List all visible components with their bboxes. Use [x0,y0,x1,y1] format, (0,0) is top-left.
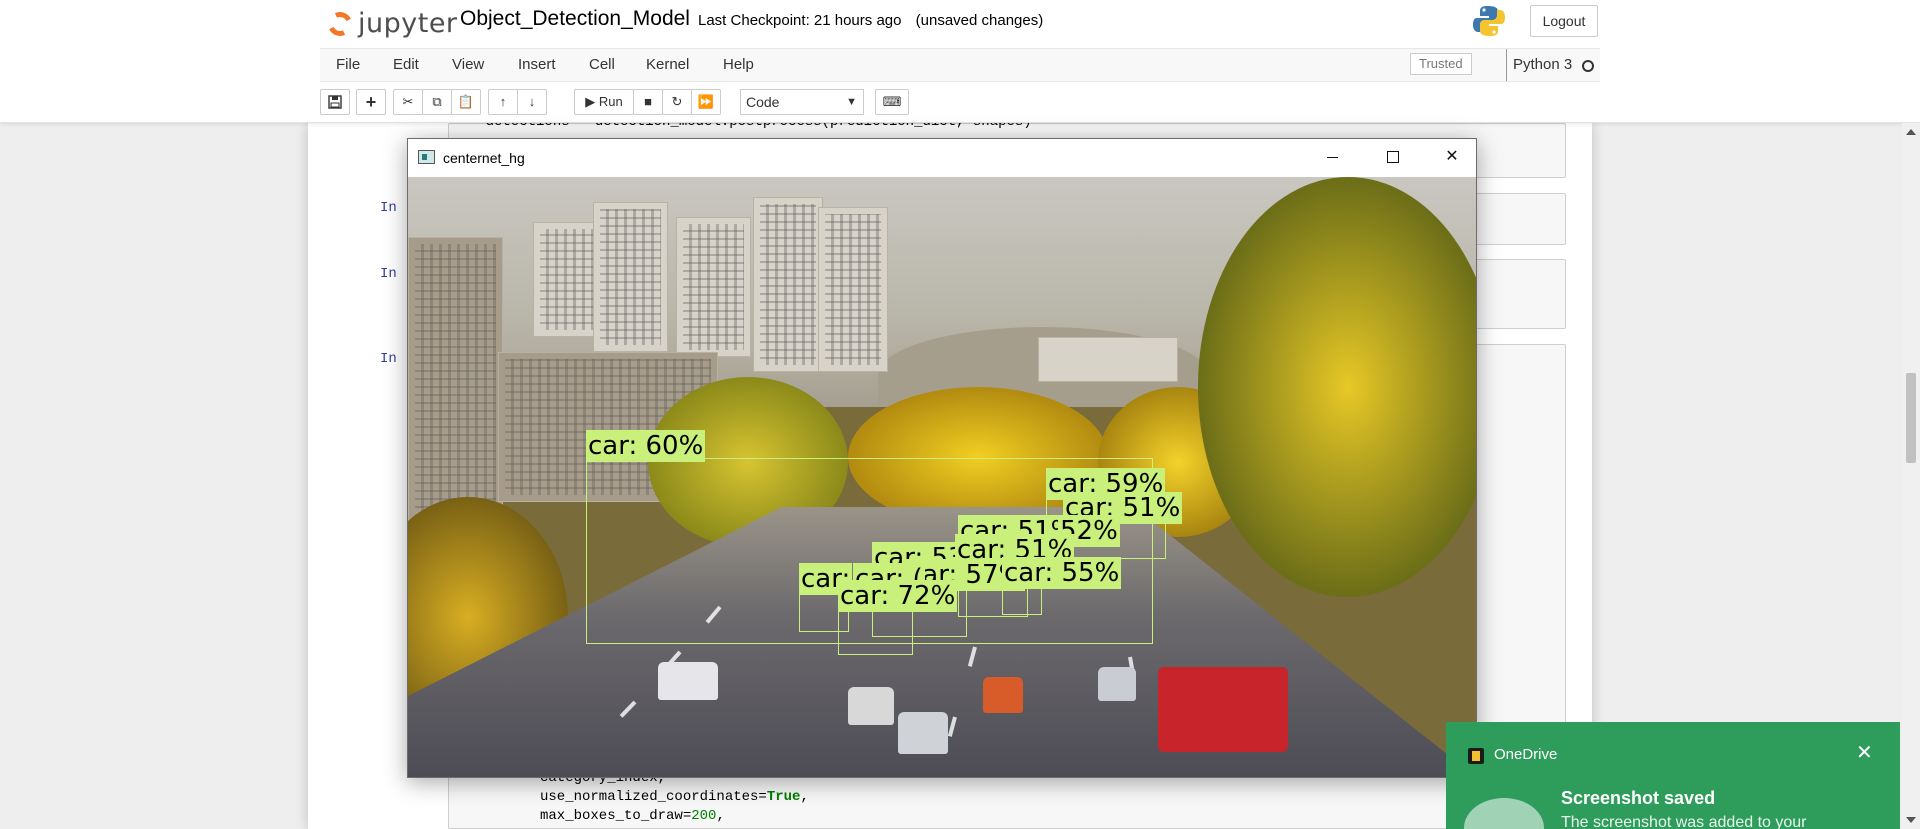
keyboard-icon: ⌨ [882,94,902,109]
window-app-icon [418,150,435,164]
notification-title: Screenshot saved [1561,788,1716,808]
restart-button[interactable]: ↻ [662,89,692,115]
scene-car [658,662,718,700]
run-button[interactable]: ▶ Run [574,89,634,115]
menu-view[interactable]: View [452,49,484,81]
move-up-icon: ↑ [499,94,507,109]
scene-building [818,207,888,372]
onedrive-notification[interactable]: OneDrive ✕ Screenshot saved The screensh… [1446,722,1900,829]
restart-run-all-button[interactable]: ⏩ [691,89,721,115]
checkpoint-text: Last Checkpoint: 21 hours ago [698,12,902,29]
menu-cell[interactable]: Cell [589,49,615,81]
interrupt-button[interactable]: ■ [633,89,663,115]
cell-type-value: Code [746,94,780,110]
scene-building [676,217,751,357]
jupyter-logo-text: jupyter [358,8,458,39]
cell-type-select[interactable]: Code ▼ [740,89,864,115]
restart-icon: ↻ [671,94,683,109]
scene-building [408,237,503,537]
code-text: , [800,789,809,805]
opencv-window[interactable]: centernet_hg ✕ car: 60% car: 59% car: 51… [407,138,1477,778]
maximize-button[interactable] [1369,139,1415,175]
window-title: centernet_hg [443,150,525,166]
menu-bar: File Edit View Insert Cell Kernel Help T… [320,48,1600,82]
onedrive-icon [1468,748,1484,764]
add-cell-icon: + [365,92,377,112]
save-button[interactable] [320,89,350,115]
save-icon [328,95,342,109]
notebook-toolbar: + ✂ ⧉ 📋 ↑ ↓ ▶ Run ■ ↻ ⏩ Code ▼ ⌨ [320,86,1600,118]
scene-building [1038,337,1178,382]
notebook-title[interactable]: Object_Detection_Model [460,7,690,31]
scene-building [593,202,668,352]
cut-button[interactable]: ✂ [393,89,423,115]
notification-app-name: OneDrive [1494,746,1558,763]
code-number: 200 [691,808,717,824]
command-palette-button[interactable]: ⌨ [875,89,909,115]
close-button[interactable]: ✕ [1429,139,1475,175]
copy-button[interactable]: ⧉ [422,89,452,115]
code-text: use_normalized_coordinates= [540,789,767,805]
window-titlebar[interactable]: centernet_hg ✕ [408,139,1476,177]
fast-forward-icon: ⏩ [697,94,715,109]
code-line: use_normalized_coordinates=True, [540,789,809,805]
scene-building [753,197,823,372]
cell-prompt: In [380,351,397,367]
run-label: Run [598,94,623,109]
unsaved-changes-text: (unsaved changes) [915,12,1044,29]
chevron-down-icon: ▼ [846,96,857,108]
logout-button[interactable]: Logout [1530,5,1598,37]
scene-tree [1198,177,1476,597]
code-text: , [716,808,725,824]
scroll-up-icon[interactable] [1906,129,1916,135]
scene-car [1098,667,1136,701]
jupyter-header: jupyter Object_Detection_Model Last Chec… [0,0,1920,123]
menu-edit[interactable]: Edit [393,49,419,81]
detection-label: car: 60% [586,430,706,462]
python-logo-icon [1473,6,1505,36]
add-cell-button[interactable]: + [356,89,386,115]
scroll-down-icon[interactable] [1906,817,1916,823]
minimize-button[interactable] [1309,139,1355,175]
page-scrollbar[interactable] [1902,123,1920,829]
notification-body: The screenshot was added to your [1561,814,1807,829]
cut-icon: ✂ [402,94,414,109]
scene-car [983,677,1023,713]
menu-file[interactable]: File [336,49,360,81]
trusted-badge[interactable]: Trusted [1410,53,1472,75]
menu-help[interactable]: Help [723,49,754,81]
run-icon: ▶ [585,94,596,109]
detection-box [838,607,913,655]
close-icon[interactable]: ✕ [1856,740,1873,765]
header-row: jupyter Object_Detection_Model Last Chec… [320,0,1600,48]
cell-prompt: In [380,200,397,216]
kernel-name[interactable]: Python 3 [1506,49,1572,81]
menu-insert[interactable]: Insert [518,49,556,81]
jupyter-logo-icon [324,8,356,40]
scene-car [848,687,894,725]
paste-icon: 📋 [457,94,475,109]
checkpoint-status: Last Checkpoint: 21 hours ago (unsaved c… [698,12,1053,29]
copy-icon: ⧉ [432,94,442,109]
stop-icon: ■ [644,94,652,109]
cloud-icon [1464,798,1544,829]
code-keyword: True [766,789,801,805]
paste-button[interactable]: 📋 [451,89,481,115]
scrollbar-thumb[interactable] [1906,373,1916,463]
close-icon: ✕ [1445,148,1459,165]
detection-label: car: 72% [838,580,958,612]
kernel-status-icon [1582,60,1594,72]
detection-label: car: 55% [1002,557,1122,589]
move-down-icon: ↓ [528,94,536,109]
code-text: max_boxes_to_draw= [540,808,692,824]
cell-prompt: In [380,266,397,282]
detection-image: car: 60% car: 59% car: 51% car: 51% 52% … [408,177,1476,777]
scene-car [898,712,948,754]
move-down-button[interactable]: ↓ [517,89,547,115]
jupyter-logo[interactable]: jupyter [324,6,457,40]
menu-kernel[interactable]: Kernel [646,49,689,81]
code-line: max_boxes_to_draw=200, [540,808,725,824]
scene-bus [1158,667,1288,752]
move-up-button[interactable]: ↑ [488,89,518,115]
